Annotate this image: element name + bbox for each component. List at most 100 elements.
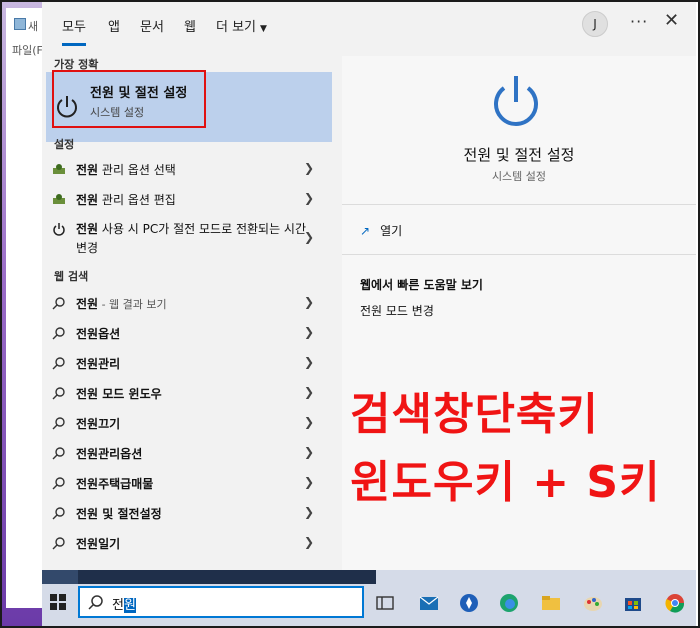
chevron-right-icon: ❯ [304, 385, 315, 399]
chrome-browser-icon[interactable] [664, 592, 686, 614]
open-button[interactable]: ↗ 열기 [360, 222, 402, 239]
close-button[interactable]: ✕ [664, 10, 679, 31]
chevron-right-icon: ❯ [304, 535, 315, 549]
taskbar: 전원 [42, 570, 696, 626]
list-item-label: 주택급매물 [98, 477, 154, 491]
search-icon [52, 447, 65, 460]
maps-icon[interactable] [458, 592, 480, 614]
caption-line-1: 검색창단축키 [350, 389, 599, 440]
chevron-right-icon: ❯ [304, 230, 315, 244]
store-icon[interactable] [622, 592, 644, 614]
more-options-button[interactable]: ··· [630, 12, 648, 31]
list-item-label: 끄기 [98, 417, 121, 431]
open-label: 열기 [380, 224, 403, 238]
search-selected-text: 원 [123, 598, 136, 613]
list-item-bold: 전원 [76, 297, 99, 311]
file-explorer-icon[interactable] [540, 592, 562, 614]
chevron-right-icon: ❯ [304, 415, 315, 429]
list-item[interactable]: 전원일기 ❯ [42, 528, 340, 558]
tab-documents[interactable]: 문서 [140, 16, 164, 46]
help-heading: 웹에서 빠른 도움말 보기 [360, 278, 483, 292]
search-value: 전원 [112, 594, 136, 613]
chevron-right-icon: ❯ [304, 191, 315, 205]
background-window[interactable]: 새 파일(F [6, 8, 46, 608]
list-item-bold: 전원 [76, 417, 99, 431]
search-icon [52, 507, 65, 520]
list-item-bold: 전원 [76, 387, 99, 401]
power-icon [494, 76, 538, 126]
settings-item-label: 관리 옵션 선택 [98, 163, 176, 177]
tab-all[interactable]: 모두 [62, 16, 86, 46]
avatar[interactable]: J [582, 11, 608, 37]
chevron-right-icon: ❯ [304, 355, 315, 369]
settings-item[interactable]: 전원 사용 시 PC가 절전 모드로 전환되는 시간 변경 ❯ [42, 216, 340, 260]
list-item[interactable]: 전원끄기 ❯ [42, 408, 340, 438]
tab-more[interactable]: 더 보기 ▼ [216, 16, 267, 46]
tab-web[interactable]: 웹 [184, 16, 196, 46]
list-item-bold: 전원 [76, 537, 99, 551]
list-item-label: 모드 윈도우 [98, 387, 162, 401]
settings-item-bold: 전원 [76, 193, 99, 207]
taskbar-search-input[interactable]: 전원 [78, 586, 364, 618]
power-options-icon [53, 164, 65, 174]
tab-more-label: 더 보기 [216, 20, 257, 35]
screenshot-frame: 새 파일(F 모두 앱 문서 웹 더 보기 ▼ J ··· ✕ 가장 정확 전원 … [0, 0, 700, 628]
settings-item-label: 관리 옵션 편집 [98, 193, 176, 207]
mail-icon[interactable] [418, 592, 440, 614]
list-item-bold: 전원 [76, 477, 99, 491]
edge-browser-icon[interactable] [498, 592, 520, 614]
results-list: 가장 정확 전원 및 절전 설정 시스템 설정 설정 전원 관리 옵션 선택 ❯ [42, 46, 340, 570]
list-item[interactable]: 전원 모드 윈도우 ❯ [42, 378, 340, 408]
settings-item-bold: 전원 [76, 222, 99, 236]
list-item-bold: 전원 [76, 357, 99, 371]
search-icon [52, 477, 65, 490]
settings-item-bold: 전원 [76, 163, 99, 177]
list-item-label: 관리 [98, 357, 121, 371]
window-app-icon [14, 18, 26, 30]
highlight-box [52, 70, 206, 128]
task-view-icon[interactable] [374, 592, 396, 614]
open-icon: ↗ [360, 224, 371, 238]
search-icon [52, 297, 65, 310]
settings-item[interactable]: 전원 관리 옵션 편집 ❯ [42, 184, 340, 214]
help-link[interactable]: 전원 모드 변경 [360, 302, 434, 319]
background-window-menu[interactable]: 파일(F [12, 42, 43, 58]
chevron-down-icon: ▼ [260, 24, 267, 34]
chevron-right-icon: ❯ [304, 295, 315, 309]
list-item-label: 일기 [98, 537, 121, 551]
web-search-heading: 웹 검색 [54, 270, 89, 283]
windows-start-icon[interactable] [50, 594, 66, 610]
search-text: 전 [112, 598, 124, 613]
settings-item-label: 사용 시 PC가 절전 모드로 전환되는 시간 변경 [76, 222, 307, 255]
paint-icon[interactable] [582, 592, 604, 614]
list-item[interactable]: 전원 및 절전설정 ❯ [42, 498, 340, 528]
settings-heading: 설정 [54, 138, 75, 151]
chevron-right-icon: ❯ [304, 505, 315, 519]
list-item[interactable]: 전원관리 ❯ [42, 348, 340, 378]
list-item[interactable]: 전원 - 웹 결과 보기 ❯ [42, 288, 340, 318]
search-icon [52, 387, 65, 400]
list-item[interactable]: 전원옵션 ❯ [42, 318, 340, 348]
list-item-label: 옵션 [98, 327, 121, 341]
list-item-label: 및 절전설정 [98, 507, 162, 521]
power-icon [53, 223, 65, 236]
tab-apps[interactable]: 앱 [108, 16, 120, 46]
list-item-bold: 전원 [76, 507, 99, 521]
search-tabs-bar: 모두 앱 문서 웹 더 보기 ▼ J ··· ✕ [42, 2, 696, 46]
background-window-title: 새 [28, 20, 39, 33]
detail-subtitle: 시스템 설정 [491, 170, 547, 183]
chevron-right-icon: ❯ [304, 325, 315, 339]
list-item-sub: - 웹 결과 보기 [98, 298, 167, 311]
settings-item[interactable]: 전원 관리 옵션 선택 ❯ [42, 154, 340, 184]
taskbar-strip [42, 570, 78, 584]
list-item-bold: 전원 [76, 327, 99, 341]
caption-line-2: 윈도우키 + S키 [350, 457, 661, 508]
divider [342, 204, 696, 205]
chevron-right-icon: ❯ [304, 161, 315, 175]
search-icon [52, 327, 65, 340]
list-item[interactable]: 전원관리옵션 ❯ [42, 438, 340, 468]
power-plan-edit-icon [53, 194, 65, 204]
list-item[interactable]: 전원주택급매물 ❯ [42, 468, 340, 498]
search-icon [52, 357, 65, 370]
list-item-bold: 전원 [76, 447, 99, 461]
